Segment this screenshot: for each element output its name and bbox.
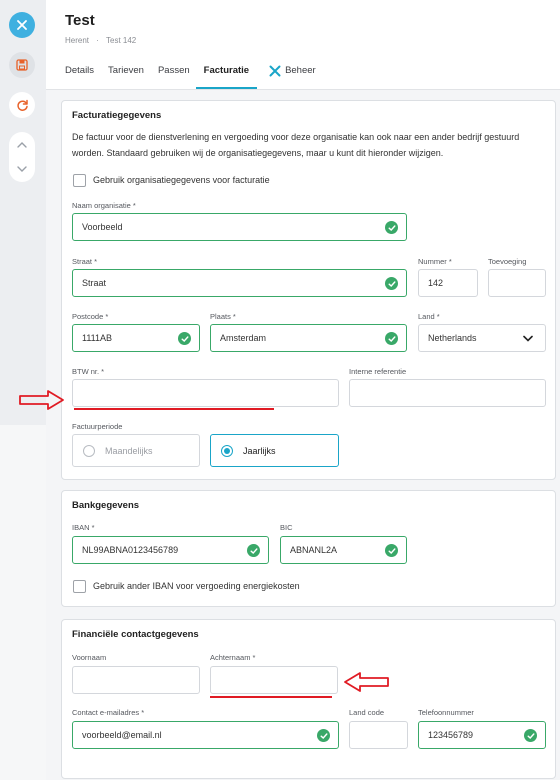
valid-check-icon [317,729,330,742]
valid-check-icon [178,332,191,345]
valid-check-icon [385,544,398,557]
city-field[interactable]: Amsterdam [210,324,407,352]
country-code-label: Land code [349,708,385,717]
period-monthly-option[interactable]: Maandelijks [72,434,200,467]
number-value: 142 [428,278,444,288]
annotation-arrow-right-icon [19,390,64,410]
save-button[interactable] [9,52,35,78]
tools-icon [269,65,281,77]
close-button[interactable] [9,12,35,38]
bank-card: Bankgegevens IBAN * NL99ABNA0123456789 B… [61,490,556,607]
org-name-value: Voorbeeld [82,222,123,232]
other-iban-checkbox[interactable] [73,580,86,593]
billing-card: Facturatiegegevens De factuur voor de di… [61,100,556,480]
country-code-field[interactable] [349,721,408,749]
email-field[interactable]: voorbeeld@email.nl [72,721,339,749]
iban-value: NL99ABNA0123456789 [82,545,179,555]
phone-field[interactable]: 123456789 [418,721,546,749]
country-label: Land * [418,312,440,321]
record-navigator [9,132,35,182]
refresh-button[interactable] [9,92,35,118]
chevron-down-icon [523,335,533,342]
postcode-label: Postcode * [72,312,109,321]
refresh-icon [16,99,28,111]
save-icon [16,59,28,71]
internal-ref-field[interactable] [349,379,546,407]
billing-title: Facturatiegegevens [72,110,162,121]
city-value: Amsterdam [220,333,267,343]
valid-check-icon [524,729,537,742]
street-label: Straat * [72,257,98,266]
postcode-value: 1111AB [82,333,113,343]
country-value: Netherlands [428,333,477,343]
annotation-underline [210,696,332,698]
breadcrumb: Herent · Test 142 [65,36,141,45]
use-org-checkbox[interactable] [73,174,86,187]
email-value: voorbeeld@email.nl [82,730,162,740]
tab-bar: Details Tarieven Passen Facturatie Behee… [63,65,328,90]
breadcrumb-item[interactable]: Herent [65,36,89,45]
tab-tarieven[interactable]: Tarieven [106,65,146,89]
annotation-arrow-left-icon [344,672,389,692]
radio-icon [83,444,95,457]
lastname-label: Achternaam * [210,653,256,662]
valid-check-icon [385,221,398,234]
contact-card: Financiële contactgegevens Voornaam Acht… [61,619,556,779]
breadcrumb-item[interactable]: Test 142 [106,36,136,45]
use-org-checkbox-label: Gebruik organisatiegegevens voor factura… [93,175,270,185]
period-yearly-label: Jaarlijks [243,445,276,456]
valid-check-icon [385,277,398,290]
lastname-field[interactable] [210,666,338,694]
addition-label: Toevoeging [488,257,527,266]
rail-lower-area [0,425,46,780]
country-select[interactable]: Netherlands [418,324,546,352]
firstname-label: Voornaam [72,653,107,662]
org-name-field[interactable]: Voorbeeld [72,213,407,241]
page-header: Test Herent · Test 142 Details Tarieven … [46,0,560,90]
tab-passen[interactable]: Passen [156,65,192,89]
valid-check-icon [385,332,398,345]
addition-field[interactable] [488,269,546,297]
vat-field[interactable] [72,379,339,407]
vat-label: BTW nr. * [72,367,105,376]
iban-field[interactable]: NL99ABNA0123456789 [72,536,269,564]
tab-beheer[interactable]: Beheer [267,65,318,89]
page-title: Test [65,12,95,29]
phone-value: 123456789 [428,730,474,740]
iban-label: IBAN * [72,523,95,532]
close-icon [17,20,27,30]
other-iban-checkbox-label: Gebruik ander IBAN voor vergoeding energ… [93,581,300,591]
street-value: Straat [82,278,107,288]
street-field[interactable]: Straat [72,269,407,297]
annotation-underline [74,408,274,410]
valid-check-icon [247,544,260,557]
contact-title: Financiële contactgegevens [72,629,199,640]
bic-value: ABNANL2A [290,545,338,555]
tab-facturatie[interactable]: Facturatie [195,65,258,89]
period-yearly-option[interactable]: Jaarlijks [210,434,339,467]
billing-description: De factuur voor de dienstverlening en ve… [72,132,520,158]
email-label: Contact e-mailadres * [72,708,145,717]
internal-ref-label: Interne referentie [349,367,407,376]
period-label: Factuurperiode [72,422,123,431]
firstname-field[interactable] [72,666,200,694]
main-panel: Test Herent · Test 142 Details Tarieven … [46,0,560,780]
period-monthly-label: Maandelijks [105,445,153,456]
org-name-label: Naam organisatie * [72,201,136,210]
chevron-up-icon[interactable] [17,141,27,149]
phone-label: Telefoonnummer [418,708,474,717]
radio-selected-icon [221,444,233,457]
number-field[interactable]: 142 [418,269,478,297]
bic-field[interactable]: ABNANL2A [280,536,407,564]
tab-beheer-label: Beheer [285,65,316,76]
number-label: Nummer * [418,257,452,266]
postcode-field[interactable]: 1111AB [72,324,200,352]
bank-title: Bankgegevens [72,500,140,511]
tab-details[interactable]: Details [63,65,96,89]
chevron-down-icon[interactable] [17,165,27,173]
city-label: Plaats * [210,312,236,321]
bic-label: BIC [280,523,293,532]
breadcrumb-separator: · [96,36,99,45]
